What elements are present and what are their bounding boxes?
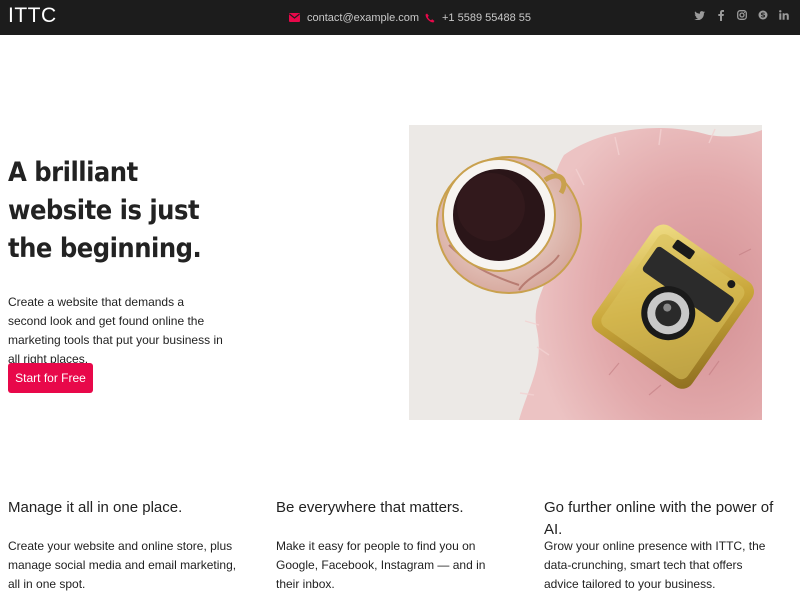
top-bar: ITTC contact@example.com +1 5589 55488 5… xyxy=(0,0,800,35)
feature-everywhere: Be everywhere that matters. Make it easy… xyxy=(276,497,511,591)
skype-icon[interactable]: S xyxy=(752,10,773,20)
feature-title: Be everywhere that matters. xyxy=(276,499,464,516)
feature-text: Grow your online presence with ITTC, the… xyxy=(544,539,766,591)
contact-phone[interactable]: +1 5589 55488 55 xyxy=(425,0,531,35)
feature-text: Make it easy for people to find you on G… xyxy=(276,539,486,591)
hero-image xyxy=(409,125,762,420)
envelope-icon xyxy=(289,13,300,22)
hero-title: A brilliant website is just the beginnin… xyxy=(8,154,208,268)
phone-text[interactable]: +1 5589 55488 55 xyxy=(442,12,531,24)
feature-title: Manage it all in one place. xyxy=(8,499,183,516)
hero-title-line: A brilliant xyxy=(8,157,138,188)
feature-text: Create your website and online store, pl… xyxy=(8,539,237,591)
twitter-icon[interactable] xyxy=(689,10,710,20)
email-text[interactable]: contact@example.com xyxy=(307,12,419,24)
instagram-icon[interactable] xyxy=(731,10,752,20)
brand-logo[interactable]: ITTC xyxy=(8,4,57,28)
phone-icon xyxy=(425,13,435,23)
hero-title-line: the beginning. xyxy=(8,233,202,264)
facebook-icon[interactable] xyxy=(710,9,731,21)
feature-manage: Manage it all in one place. Create your … xyxy=(8,497,243,591)
feature-ai: Go further online with the power of AI. … xyxy=(544,497,779,591)
hero-title-line: website is just xyxy=(8,195,200,226)
contact-email[interactable]: contact@example.com xyxy=(289,0,419,35)
feature-title: Go further online with the power of AI. xyxy=(544,499,774,538)
start-for-free-button[interactable]: Start for Free xyxy=(8,363,93,393)
hero-description: Create a website that demands a second l… xyxy=(8,295,223,366)
linkedin-icon[interactable] xyxy=(773,10,794,20)
svg-text:S: S xyxy=(760,12,765,20)
social-links: S xyxy=(689,0,794,30)
